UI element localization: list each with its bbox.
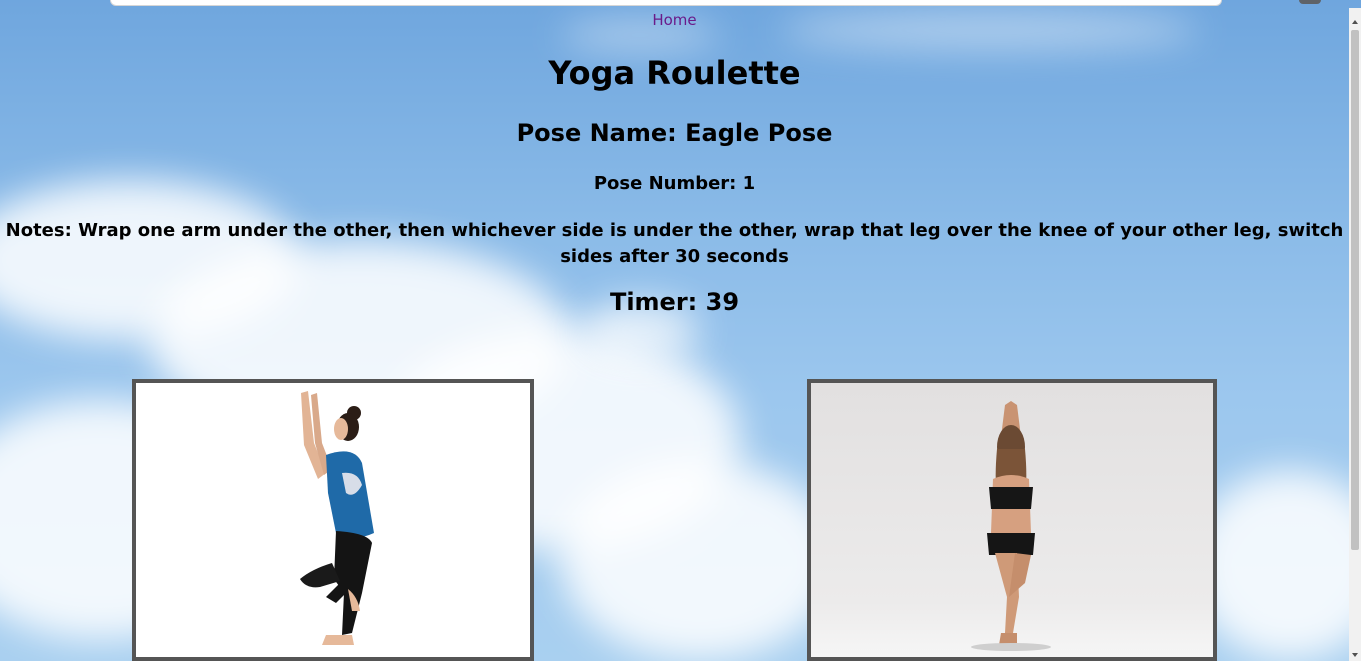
eagle-pose-photo-black-top-icon [971,401,1051,651]
page-scrollbar[interactable] [1349,8,1361,661]
scrollbar-thumb[interactable] [1351,30,1359,550]
eagle-pose-photo-blue-top-icon [300,391,374,645]
browser-toolbar-icon [1299,0,1321,4]
scroll-down-arrow-icon[interactable] [1352,653,1358,657]
pose-image-left [132,379,534,661]
home-link[interactable]: Home [0,11,1349,29]
pose-image-right [807,379,1217,661]
scroll-up-arrow-icon[interactable] [1352,20,1358,24]
background-cloud [560,460,840,660]
page-title: Yoga Roulette [548,54,801,92]
pose-name: Pose Name: Eagle Pose [516,119,833,147]
timer: Timer: 39 [609,288,740,316]
pose-number: Pose Number: 1 [593,173,756,194]
pose-notes: Notes: Wrap one arm under the other, the… [5,220,1344,267]
browser-address-bar-edge [110,0,1222,6]
